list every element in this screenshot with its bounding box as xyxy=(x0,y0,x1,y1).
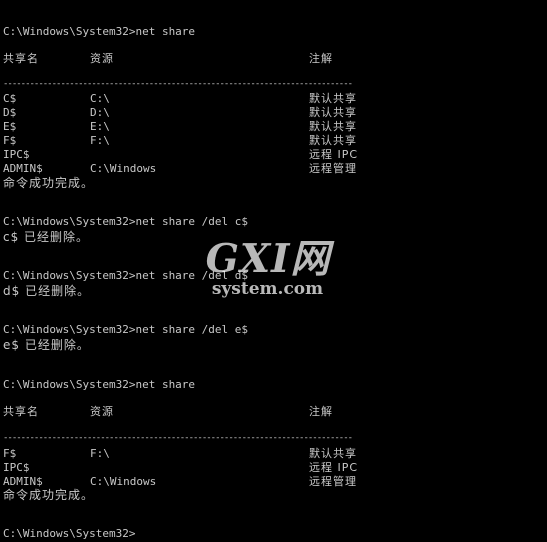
table-row-resource: F:\ xyxy=(90,447,110,460)
header-remark: 注解 xyxy=(309,52,333,65)
watermark-logo: GXI网 system.com xyxy=(193,235,343,305)
result-del-c: c$ 已经删除。 xyxy=(3,230,90,244)
header-share-name: 共享名 xyxy=(3,405,39,418)
watermark-logo-text: GXI网 xyxy=(205,236,331,282)
result-del-d: d$ 已经删除。 xyxy=(3,284,91,298)
table-row-resource: C:\Windows xyxy=(90,475,157,488)
status-message-success: 命令成功完成。 xyxy=(3,176,95,190)
header-resource: 资源 xyxy=(90,52,114,65)
prompt-net-share-2: C:\Windows\System32>net share xyxy=(3,378,196,391)
prompt-net-share: C:\Windows\System32>net share xyxy=(3,25,196,38)
table-row-remark: 远程管理 xyxy=(309,475,357,488)
header-share-name: 共享名 xyxy=(3,52,39,65)
separator-line: ----------------------------------------… xyxy=(3,434,353,442)
prompt-del-e: C:\Windows\System32>net share /del e$ xyxy=(3,323,249,336)
separator-line: ----------------------------------------… xyxy=(3,80,353,88)
header-resource: 资源 xyxy=(90,405,114,418)
command-prompt-console[interactable]: C:\Windows\System32>net share 共享名 资源 注解 … xyxy=(0,0,547,540)
watermark-domain-text: system.com xyxy=(211,279,324,299)
status-message-success: 命令成功完成。 xyxy=(3,488,95,502)
header-remark: 注解 xyxy=(309,405,333,418)
table-row-remark: 远程管理 xyxy=(309,162,357,175)
prompt-del-c: C:\Windows\System32>net share /del c$ xyxy=(3,215,249,228)
result-del-e: e$ 已经删除。 xyxy=(3,338,90,352)
table-row-resource: C:\Windows xyxy=(90,162,157,175)
table-row-resource: F:\ xyxy=(90,134,110,147)
